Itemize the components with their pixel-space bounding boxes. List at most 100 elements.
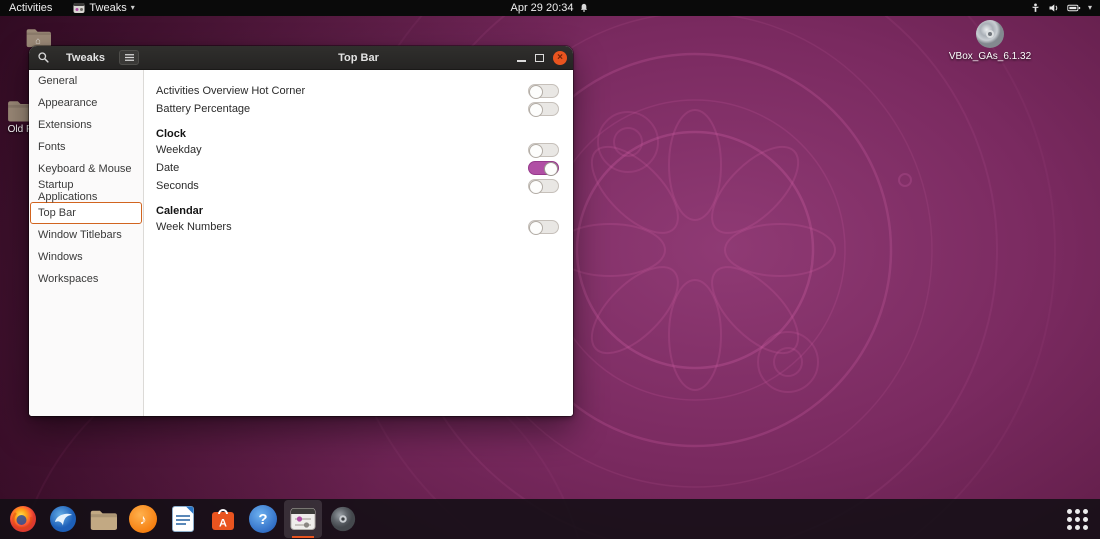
sidebar-item-label: General (38, 75, 78, 87)
section-header-clock: Clock (156, 127, 186, 140)
setting-row: Date (156, 159, 559, 177)
primary-menu-button[interactable] (119, 50, 139, 65)
sidebar-item-window-titlebars[interactable]: Window Titlebars (30, 224, 142, 246)
dock-item-libreoffice-writer[interactable] (164, 500, 202, 538)
libreoffice-writer-icon (172, 506, 194, 532)
activities-button[interactable]: Activities (0, 0, 61, 16)
dock-item-thunderbird[interactable] (44, 500, 82, 538)
toggle-date[interactable] (528, 161, 559, 176)
cd-disc-icon (976, 20, 1004, 48)
desktop-icon-vbox-cd[interactable]: VBox_GAs_6.1.32 (930, 19, 1050, 62)
show-applications-button[interactable] (1058, 500, 1096, 538)
chevron-down-icon: ▾ (130, 3, 135, 12)
close-button[interactable]: × (553, 50, 567, 65)
rhythmbox-icon: ♪ (129, 505, 157, 533)
dock-item-files[interactable] (84, 500, 122, 538)
hamburger-icon (124, 54, 134, 61)
activities-label: Activities (9, 2, 53, 14)
setting-row: Activities Overview Hot Corner (156, 82, 559, 100)
sidebar-item-label: Extensions (38, 119, 92, 131)
desktop-icon-home[interactable]: ⌂ (25, 26, 51, 48)
toggle-week-numbers[interactable] (528, 220, 559, 235)
sidebar-item-general[interactable]: General (30, 70, 142, 92)
sidebar-item-top-bar[interactable]: Top Bar (30, 202, 142, 224)
sidebar-item-workspaces[interactable]: Workspaces (30, 268, 142, 290)
app-menu-label: Tweaks (89, 2, 127, 14)
maximize-button[interactable] (535, 53, 544, 62)
files-icon (90, 510, 117, 530)
firefox-icon (10, 506, 36, 532)
setting-label: Week Numbers (156, 221, 232, 233)
tweaks-app-icon (73, 3, 85, 13)
home-folder-icon: ⌂ (26, 29, 51, 48)
panel-title: Top Bar (338, 51, 379, 64)
clock-menu-button[interactable]: Apr 29 20:34 (511, 0, 590, 16)
sidebar-item-label: Fonts (38, 141, 66, 153)
toggle-seconds[interactable] (528, 179, 559, 194)
help-icon: ? (249, 505, 277, 533)
top-bar: Activities Tweaks ▾ Apr 29 20:34 ▾ (0, 0, 1100, 16)
sidebar-item-label: Windows (38, 251, 83, 263)
show-applications-icon (1066, 508, 1088, 530)
dock-item-ubuntu-software[interactable]: A (204, 500, 242, 538)
ubuntu-software-icon: A (212, 509, 234, 530)
dock-item-rhythmbox[interactable]: ♪ (124, 500, 162, 538)
setting-row: Battery Percentage (156, 100, 559, 118)
setting-row: Seconds (156, 177, 559, 195)
sidebar-item-label: Workspaces (38, 273, 99, 285)
headerbar-left: Tweaks (29, 46, 144, 69)
sidebar-item-appearance[interactable]: Appearance (30, 92, 142, 114)
thunderbird-icon (50, 506, 76, 532)
desktop: ⌂ Old Fi VBox_GAs_6.1.32 Activities Twea… (0, 0, 1100, 539)
search-icon (37, 52, 49, 63)
sidebar-item-startup-applications[interactable]: Startup Applications (30, 179, 142, 203)
volume-icon (1048, 2, 1060, 14)
setting-row: Weekday (156, 141, 559, 159)
cd-disc-icon (330, 506, 356, 532)
svg-text:A: A (219, 518, 227, 530)
setting-label: Weekday (156, 144, 202, 156)
dock-item-cd-disc[interactable] (324, 500, 362, 538)
tweaks-window: Tweaks Top Bar × General Appearance Exte… (29, 46, 573, 416)
window-controls: × (517, 46, 567, 69)
window-body: General Appearance Extensions Fonts Keyb… (29, 70, 573, 416)
dock-item-help[interactable]: ? (244, 500, 282, 538)
svg-text:⌂: ⌂ (35, 36, 40, 46)
minimize-button[interactable] (517, 59, 526, 62)
setting-label: Date (156, 162, 180, 174)
setting-label: Seconds (156, 180, 199, 192)
sidebar-item-label: Top Bar (38, 207, 76, 219)
dock-item-tweaks[interactable] (284, 500, 322, 538)
dock-item-firefox[interactable] (4, 500, 42, 538)
headerbar[interactable]: Tweaks Top Bar × (29, 46, 573, 70)
headerbar-right: Top Bar × (144, 46, 573, 69)
bell-icon (580, 3, 588, 12)
setting-label: Battery Percentage (156, 103, 251, 115)
battery-icon (1067, 3, 1081, 13)
sidebar-item-label: Appearance (38, 97, 98, 109)
app-menu-button[interactable]: Tweaks ▾ (73, 0, 135, 16)
sidebar-item-windows[interactable]: Windows (30, 246, 142, 268)
setting-row: Week Numbers (156, 218, 559, 236)
accessibility-icon (1030, 2, 1041, 14)
settings-panel: Activities Overview Hot Corner Battery P… (144, 70, 573, 416)
sidebar-item-fonts[interactable]: Fonts (30, 136, 142, 158)
tweaks-icon (290, 508, 316, 530)
sidebar-item-label: Startup Applications (38, 179, 98, 203)
sidebar-item-label: Window Titlebars (38, 229, 122, 241)
sidebar: General Appearance Extensions Fonts Keyb… (29, 70, 144, 416)
toggle-weekday[interactable] (528, 143, 559, 158)
window-title: Tweaks (66, 51, 105, 64)
toggle-activities-overview-hot-corner[interactable] (528, 84, 559, 99)
setting-label: Activities Overview Hot Corner (156, 85, 306, 97)
search-button[interactable] (34, 50, 52, 66)
chevron-down-icon: ▾ (1087, 3, 1092, 12)
system-menu-button[interactable]: ▾ (1022, 0, 1100, 16)
sidebar-item-keyboard-mouse[interactable]: Keyboard & Mouse (30, 158, 142, 180)
clock-label: Apr 29 20:34 (510, 2, 574, 14)
dock: ♪ A ? (0, 499, 1100, 539)
sidebar-item-extensions[interactable]: Extensions (30, 114, 142, 136)
sidebar-item-label: Keyboard & Mouse (38, 163, 132, 175)
desktop-icon-label: VBox_GAs_6.1.32 (948, 51, 1032, 62)
toggle-battery-percentage[interactable] (528, 102, 559, 117)
